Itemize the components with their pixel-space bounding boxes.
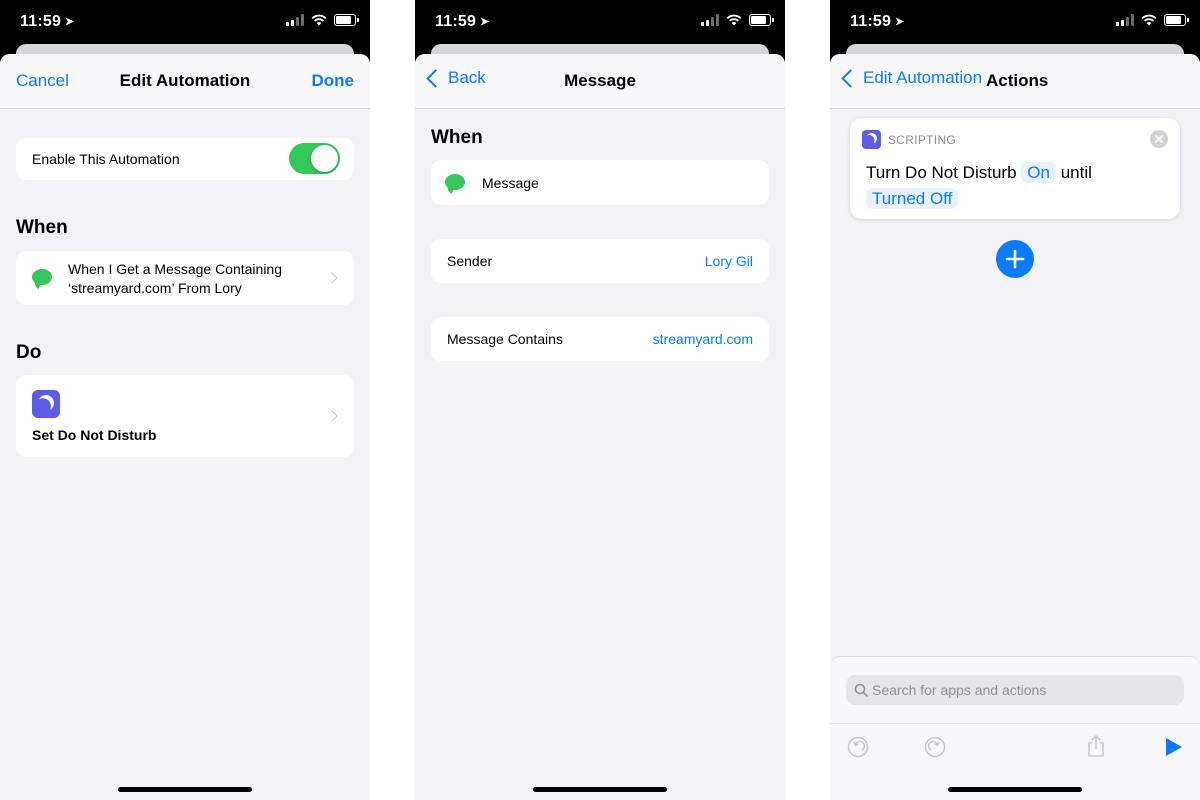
done-button[interactable]: Done xyxy=(312,71,355,91)
page-title: Message xyxy=(564,71,636,90)
battery-icon xyxy=(749,14,774,26)
share-icon[interactable] xyxy=(1086,734,1106,758)
when-heading: When xyxy=(431,127,483,148)
sender-row[interactable]: Sender Lory Gil xyxy=(431,239,769,283)
search-input: Search for apps and actions xyxy=(872,682,1047,698)
enable-automation-toggle[interactable] xyxy=(289,143,340,174)
status-bar: 11:59 ➤ xyxy=(830,0,1200,44)
back-label: Edit Automation xyxy=(863,68,983,87)
actions-sheet: Edit Automation Actions SCRIPTING Turn D… xyxy=(830,54,1200,800)
sender-value: Lory Gil xyxy=(704,253,753,269)
status-time: 11:59 xyxy=(435,13,477,30)
wifi-icon xyxy=(726,14,742,26)
enable-automation-row: Enable This Automation xyxy=(16,138,354,180)
home-indicator xyxy=(948,787,1082,792)
location-arrow-icon: ➤ xyxy=(895,16,905,28)
message-sheet: Back Message When Message Sender Lory Gi… xyxy=(415,54,785,800)
battery-icon xyxy=(334,14,359,26)
status-bar: 11:59 ➤ xyxy=(0,0,370,44)
plus-icon xyxy=(1005,249,1025,269)
navbar: Cancel Edit Automation Done xyxy=(0,54,370,109)
search-icon xyxy=(854,683,868,697)
redo-icon[interactable] xyxy=(924,736,946,758)
action-text-2: until xyxy=(1060,163,1092,182)
chevron-right-icon xyxy=(326,410,338,422)
add-action-button[interactable] xyxy=(996,240,1034,278)
sender-label: Sender xyxy=(447,253,493,269)
action-search-panel: Search for apps and actions xyxy=(830,656,1200,800)
action-category: SCRIPTING xyxy=(888,133,957,147)
enable-automation-label: Enable This Automation xyxy=(32,151,180,167)
phone-actions: 11:59 ➤ Edit Automation Actions SCRIPTING xyxy=(830,0,1200,800)
phone-edit-automation: 11:59 ➤ Cancel Edit Automation Done Enabl… xyxy=(0,0,370,800)
status-time: 11:59 xyxy=(20,13,62,30)
message-trigger-row[interactable]: Message xyxy=(431,160,769,205)
wifi-icon xyxy=(1141,14,1157,26)
status-bar: 11:59 ➤ xyxy=(415,0,785,44)
page-title: Actions xyxy=(986,71,1049,90)
navbar: Back Message xyxy=(415,54,785,109)
do-heading: Do xyxy=(16,342,42,363)
chevron-left-icon xyxy=(841,68,860,88)
signal-icon xyxy=(701,14,719,26)
location-arrow-icon: ➤ xyxy=(65,16,75,28)
signal-icon xyxy=(286,14,304,26)
message-contains-row[interactable]: Message Contains streamyard.com xyxy=(431,317,769,361)
back-button[interactable]: Edit Automation xyxy=(840,68,982,88)
message-icon xyxy=(32,269,52,285)
moon-icon xyxy=(862,130,881,149)
home-indicator xyxy=(118,787,252,792)
action-label: Set Do Not Disturb xyxy=(32,427,157,443)
message-trigger-label: Message xyxy=(482,175,539,191)
phone-message-trigger: 11:59 ➤ Back Message When Message Sender … xyxy=(415,0,785,800)
battery-icon xyxy=(1164,14,1189,26)
search-field[interactable]: Search for apps and actions xyxy=(846,675,1184,705)
when-heading: When xyxy=(16,217,68,238)
home-indicator xyxy=(533,787,667,792)
moon-icon xyxy=(32,390,60,418)
close-icon[interactable] xyxy=(1150,130,1168,148)
action-row[interactable]: Set Do Not Disturb xyxy=(16,375,354,457)
message-contains-label: Message Contains xyxy=(447,331,563,347)
trigger-line-1: When I Get a Message Containing xyxy=(68,261,283,277)
action-card[interactable]: SCRIPTING Turn Do Not Disturb On until T… xyxy=(850,118,1180,219)
action-text-1: Turn Do Not Disturb xyxy=(866,163,1017,182)
play-icon[interactable] xyxy=(1165,737,1183,757)
status-time: 11:59 xyxy=(850,13,892,30)
until-parameter[interactable]: Turned Off xyxy=(866,188,959,209)
location-arrow-icon: ➤ xyxy=(480,16,490,28)
navbar: Edit Automation Actions xyxy=(830,54,1200,109)
signal-icon xyxy=(1116,14,1134,26)
wifi-icon xyxy=(311,14,327,26)
message-icon xyxy=(445,174,465,190)
state-parameter[interactable]: On xyxy=(1021,162,1056,183)
undo-icon[interactable] xyxy=(847,736,869,758)
edit-automation-sheet: Cancel Edit Automation Done Enable This … xyxy=(0,54,370,800)
action-sentence: Turn Do Not Disturb On until Turned Off xyxy=(866,160,1156,212)
chevron-right-icon xyxy=(326,272,338,284)
trigger-line-2: ‘streamyard.com’ From Lory xyxy=(68,280,242,296)
trigger-row[interactable]: When I Get a Message Containing ‘streamy… xyxy=(16,251,354,305)
message-contains-value: streamyard.com xyxy=(652,331,753,347)
